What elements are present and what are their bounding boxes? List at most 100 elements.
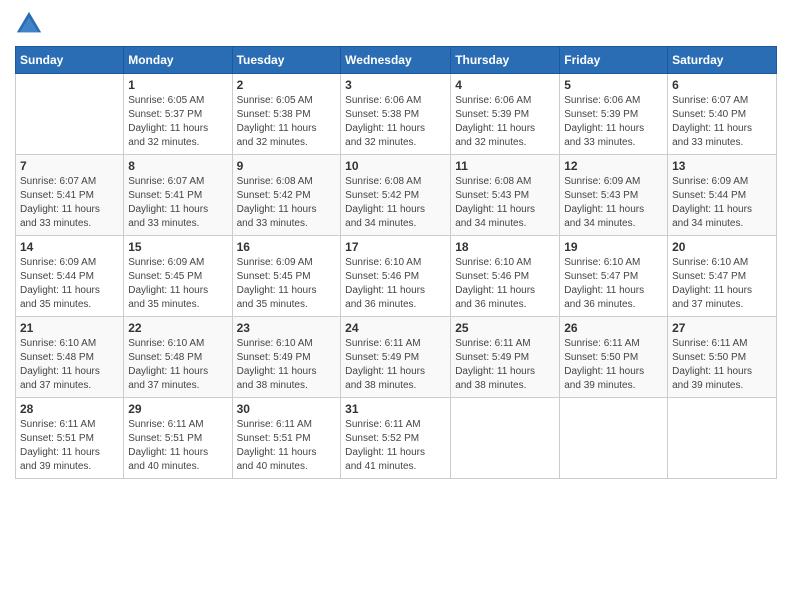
day-info: Sunrise: 6:07 AM Sunset: 5:41 PM Dayligh…	[128, 175, 227, 231]
day-info: Sunrise: 6:10 AM Sunset: 5:47 PM Dayligh…	[564, 256, 663, 312]
day-info: Sunrise: 6:05 AM Sunset: 5:38 PM Dayligh…	[237, 94, 337, 150]
calendar-cell: 4Sunrise: 6:06 AM Sunset: 5:39 PM Daylig…	[451, 74, 560, 155]
calendar-cell: 27Sunrise: 6:11 AM Sunset: 5:50 PM Dayli…	[668, 317, 777, 398]
day-number: 6	[672, 78, 772, 92]
day-number: 11	[455, 159, 555, 173]
day-of-week-header: Tuesday	[232, 47, 341, 74]
day-info: Sunrise: 6:10 AM Sunset: 5:46 PM Dayligh…	[455, 256, 555, 312]
calendar-cell: 19 Sunrise: 6:10 AM Sunset: 5:47 PM Dayli…	[560, 236, 668, 317]
day-of-week-header: Thursday	[451, 47, 560, 74]
day-number: 29	[128, 402, 227, 416]
calendar-week-row: 7 Sunrise: 6:07 AM Sunset: 5:41 PM Daylig…	[16, 155, 777, 236]
calendar-cell: 6 Sunrise: 6:07 AM Sunset: 5:40 PM Daylig…	[668, 74, 777, 155]
day-of-week-header: Friday	[560, 47, 668, 74]
calendar-cell: 11 Sunrise: 6:08 AM Sunset: 5:43 PM Dayli…	[451, 155, 560, 236]
day-info: Sunrise: 6:10 AM Sunset: 5:48 PM Dayligh…	[20, 337, 119, 393]
day-of-week-header: Sunday	[16, 47, 124, 74]
day-info: Sunrise: 6:11 AM Sunset: 5:51 PM Dayligh…	[20, 418, 119, 474]
day-number: 17	[345, 240, 446, 254]
calendar-cell: 7 Sunrise: 6:07 AM Sunset: 5:41 PM Daylig…	[16, 155, 124, 236]
day-number: 4	[455, 78, 555, 92]
calendar-header-row: SundayMondayTuesdayWednesdayThursdayFrid…	[16, 47, 777, 74]
day-info: Sunrise: 6:10 AM Sunset: 5:48 PM Dayligh…	[128, 337, 227, 393]
day-info: Sunrise: 6:06 AM Sunset: 5:39 PM Dayligh…	[564, 94, 663, 150]
day-info: Sunrise: 6:11 AM Sunset: 5:51 PM Dayligh…	[128, 418, 227, 474]
day-info: Sunrise: 6:09 AM Sunset: 5:44 PM Dayligh…	[672, 175, 772, 231]
day-number: 26	[564, 321, 663, 335]
calendar-cell: 26Sunrise: 6:11 AM Sunset: 5:50 PM Dayli…	[560, 317, 668, 398]
calendar-cell: 9Sunrise: 6:08 AM Sunset: 5:42 PM Daylig…	[232, 155, 341, 236]
day-info: Sunrise: 6:07 AM Sunset: 5:40 PM Dayligh…	[672, 94, 772, 150]
calendar-cell: 10 Sunrise: 6:08 AM Sunset: 5:42 PM Dayli…	[341, 155, 451, 236]
calendar-cell: 14 Sunrise: 6:09 AM Sunset: 5:44 PM Dayli…	[16, 236, 124, 317]
day-info: Sunrise: 6:09 AM Sunset: 5:45 PM Dayligh…	[237, 256, 337, 312]
day-number: 28	[20, 402, 119, 416]
calendar-week-row: 21 Sunrise: 6:10 AM Sunset: 5:48 PM Dayli…	[16, 317, 777, 398]
day-number: 7	[20, 159, 119, 173]
calendar-cell: 16 Sunrise: 6:09 AM Sunset: 5:45 PM Dayli…	[232, 236, 341, 317]
calendar-cell	[668, 398, 777, 479]
day-info: Sunrise: 6:05 AM Sunset: 5:37 PM Dayligh…	[128, 94, 227, 150]
day-info: Sunrise: 6:08 AM Sunset: 5:42 PM Dayligh…	[345, 175, 446, 231]
day-number: 10	[345, 159, 446, 173]
day-info: Sunrise: 6:11 AM Sunset: 5:51 PM Dayligh…	[237, 418, 337, 474]
calendar-week-row: 28 Sunrise: 6:11 AM Sunset: 5:51 PM Dayli…	[16, 398, 777, 479]
calendar-cell: 29 Sunrise: 6:11 AM Sunset: 5:51 PM Dayli…	[124, 398, 232, 479]
day-number: 31	[345, 402, 446, 416]
page-header	[15, 10, 777, 38]
day-info: Sunrise: 6:09 AM Sunset: 5:44 PM Dayligh…	[20, 256, 119, 312]
day-of-week-header: Wednesday	[341, 47, 451, 74]
calendar-cell	[16, 74, 124, 155]
day-info: Sunrise: 6:09 AM Sunset: 5:45 PM Dayligh…	[128, 256, 227, 312]
calendar-cell: 30 Sunrise: 6:11 AM Sunset: 5:51 PM Dayli…	[232, 398, 341, 479]
calendar-cell: 25 Sunrise: 6:11 AM Sunset: 5:49 PM Dayli…	[451, 317, 560, 398]
day-number: 25	[455, 321, 555, 335]
calendar-cell: 1 Sunrise: 6:05 AM Sunset: 5:37 PM Daylig…	[124, 74, 232, 155]
calendar-cell: 5 Sunrise: 6:06 AM Sunset: 5:39 PM Daylig…	[560, 74, 668, 155]
calendar-cell: 13 Sunrise: 6:09 AM Sunset: 5:44 PM Dayli…	[668, 155, 777, 236]
calendar-cell: 18Sunrise: 6:10 AM Sunset: 5:46 PM Dayli…	[451, 236, 560, 317]
day-number: 20	[672, 240, 772, 254]
day-number: 21	[20, 321, 119, 335]
calendar-cell	[560, 398, 668, 479]
day-number: 14	[20, 240, 119, 254]
day-info: Sunrise: 6:10 AM Sunset: 5:47 PM Dayligh…	[672, 256, 772, 312]
day-number: 2	[237, 78, 337, 92]
calendar-cell: 20 Sunrise: 6:10 AM Sunset: 5:47 PM Dayli…	[668, 236, 777, 317]
day-number: 24	[345, 321, 446, 335]
day-info: Sunrise: 6:06 AM Sunset: 5:38 PM Dayligh…	[345, 94, 446, 150]
day-number: 3	[345, 78, 446, 92]
calendar-cell: 8Sunrise: 6:07 AM Sunset: 5:41 PM Daylig…	[124, 155, 232, 236]
day-number: 16	[237, 240, 337, 254]
day-number: 23	[237, 321, 337, 335]
day-number: 30	[237, 402, 337, 416]
day-info: Sunrise: 6:09 AM Sunset: 5:43 PM Dayligh…	[564, 175, 663, 231]
day-info: Sunrise: 6:11 AM Sunset: 5:49 PM Dayligh…	[345, 337, 446, 393]
calendar-cell: 2 Sunrise: 6:05 AM Sunset: 5:38 PM Daylig…	[232, 74, 341, 155]
day-number: 5	[564, 78, 663, 92]
day-number: 13	[672, 159, 772, 173]
calendar-cell	[451, 398, 560, 479]
day-info: Sunrise: 6:07 AM Sunset: 5:41 PM Dayligh…	[20, 175, 119, 231]
calendar-cell: 22 Sunrise: 6:10 AM Sunset: 5:48 PM Dayli…	[124, 317, 232, 398]
day-of-week-header: Saturday	[668, 47, 777, 74]
calendar-cell: 17Sunrise: 6:10 AM Sunset: 5:46 PM Dayli…	[341, 236, 451, 317]
calendar-cell: 23 Sunrise: 6:10 AM Sunset: 5:49 PM Dayli…	[232, 317, 341, 398]
day-number: 27	[672, 321, 772, 335]
day-number: 12	[564, 159, 663, 173]
calendar-cell: 31Sunrise: 6:11 AM Sunset: 5:52 PM Dayli…	[341, 398, 451, 479]
logo-icon	[15, 10, 43, 38]
day-number: 1	[128, 78, 227, 92]
calendar-cell: 12 Sunrise: 6:09 AM Sunset: 5:43 PM Dayli…	[560, 155, 668, 236]
day-number: 22	[128, 321, 227, 335]
calendar-cell: 15Sunrise: 6:09 AM Sunset: 5:45 PM Dayli…	[124, 236, 232, 317]
calendar-week-row: 1 Sunrise: 6:05 AM Sunset: 5:37 PM Daylig…	[16, 74, 777, 155]
day-info: Sunrise: 6:10 AM Sunset: 5:49 PM Dayligh…	[237, 337, 337, 393]
calendar-cell: 3 Sunrise: 6:06 AM Sunset: 5:38 PM Daylig…	[341, 74, 451, 155]
day-info: Sunrise: 6:08 AM Sunset: 5:43 PM Dayligh…	[455, 175, 555, 231]
calendar-cell: 28 Sunrise: 6:11 AM Sunset: 5:51 PM Dayli…	[16, 398, 124, 479]
day-of-week-header: Monday	[124, 47, 232, 74]
day-info: Sunrise: 6:11 AM Sunset: 5:49 PM Dayligh…	[455, 337, 555, 393]
calendar-cell: 21 Sunrise: 6:10 AM Sunset: 5:48 PM Dayli…	[16, 317, 124, 398]
day-number: 19	[564, 240, 663, 254]
